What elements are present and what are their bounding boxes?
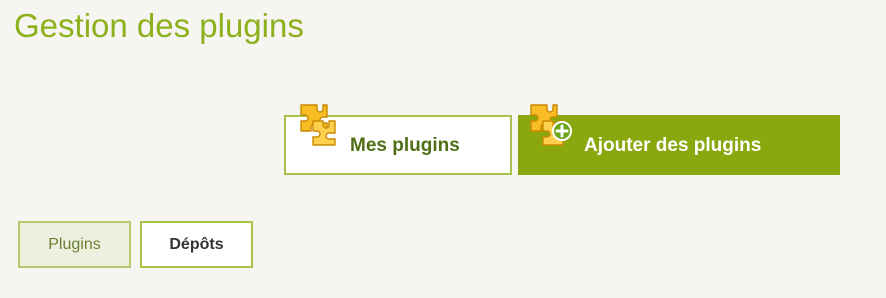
page-title: Gestion des plugins — [14, 7, 304, 44]
tab-mes-plugins-label: Mes plugins — [350, 135, 460, 156]
tab-ajouter-des-plugins-label: Ajouter des plugins — [584, 135, 762, 156]
subtab-depots[interactable]: Dépôts — [140, 221, 253, 268]
subtab-plugins[interactable]: Plugins — [18, 221, 131, 268]
puzzle-icon — [291, 101, 339, 149]
puzzle-add-icon — [525, 101, 573, 149]
tab-ajouter-des-plugins[interactable]: Ajouter des plugins — [518, 104, 840, 175]
tab-mes-plugins[interactable]: Mes plugins — [284, 104, 512, 175]
